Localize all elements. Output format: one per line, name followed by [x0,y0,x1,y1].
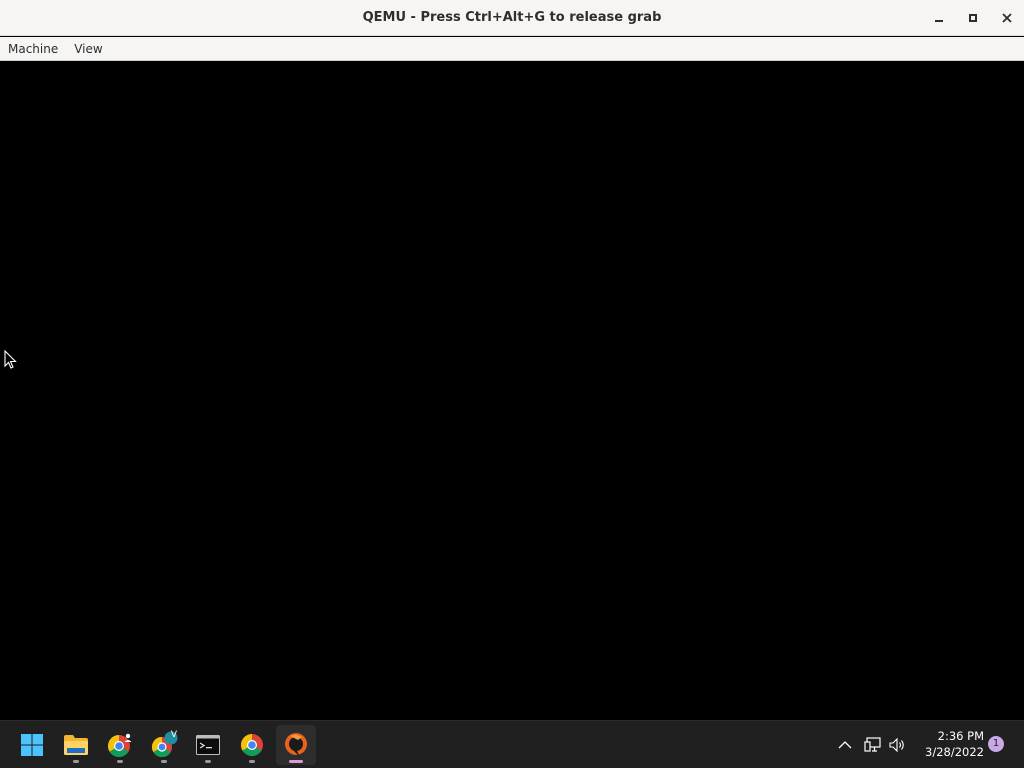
terminal-icon [196,735,220,755]
clock-date: 3/28/2022 [925,745,984,759]
mouse-cursor-icon [4,350,17,369]
folder-icon [64,735,88,755]
taskbar: V 2:36 PM 3/28/2022 [0,720,1024,768]
close-button[interactable] [990,0,1024,36]
close-icon [1002,13,1012,23]
menu-machine[interactable]: Machine [4,42,62,56]
vm-display[interactable] [0,62,1024,720]
minimize-icon [935,20,943,22]
taskbar-qemu[interactable] [276,725,316,765]
clock-time: 2:36 PM [937,729,984,743]
show-hidden-icons-button[interactable] [834,721,856,768]
window-controls [922,0,1024,36]
network-button[interactable] [862,721,884,768]
start-button[interactable] [12,725,52,765]
menubar: Machine View [0,37,1024,61]
chevron-up-icon [838,741,852,749]
minimize-button[interactable] [922,0,956,36]
taskbar-terminal[interactable] [188,725,228,765]
notification-badge[interactable]: 1 [988,736,1004,752]
running-indicator [161,760,167,763]
speaker-icon [889,737,904,753]
running-indicator [73,760,79,763]
windows-start-icon [21,734,43,756]
clock-button[interactable]: 2:36 PM 3/28/2022 [914,728,984,760]
maximize-icon [969,14,977,22]
qemu-icon [285,733,307,757]
window-titlebar[interactable]: QEMU - Press Ctrl+Alt+G to release grab [0,0,1024,36]
taskbar-chrome-profile-v[interactable]: V [144,725,184,765]
chrome-icon [108,733,132,757]
maximize-button[interactable] [956,0,990,36]
profile-badge: V [170,730,178,740]
running-indicator [205,760,211,763]
active-indicator [289,760,303,763]
chrome-icon [241,734,263,756]
taskbar-file-explorer[interactable] [56,725,96,765]
menu-view[interactable]: View [70,42,106,56]
window-title: QEMU - Press Ctrl+Alt+G to release grab [362,10,662,25]
taskbar-chrome[interactable] [232,725,272,765]
taskbar-chrome-profile[interactable] [100,725,140,765]
volume-button[interactable] [886,721,910,768]
network-icon [864,737,881,752]
running-indicator [249,760,255,763]
running-indicator [117,760,123,763]
